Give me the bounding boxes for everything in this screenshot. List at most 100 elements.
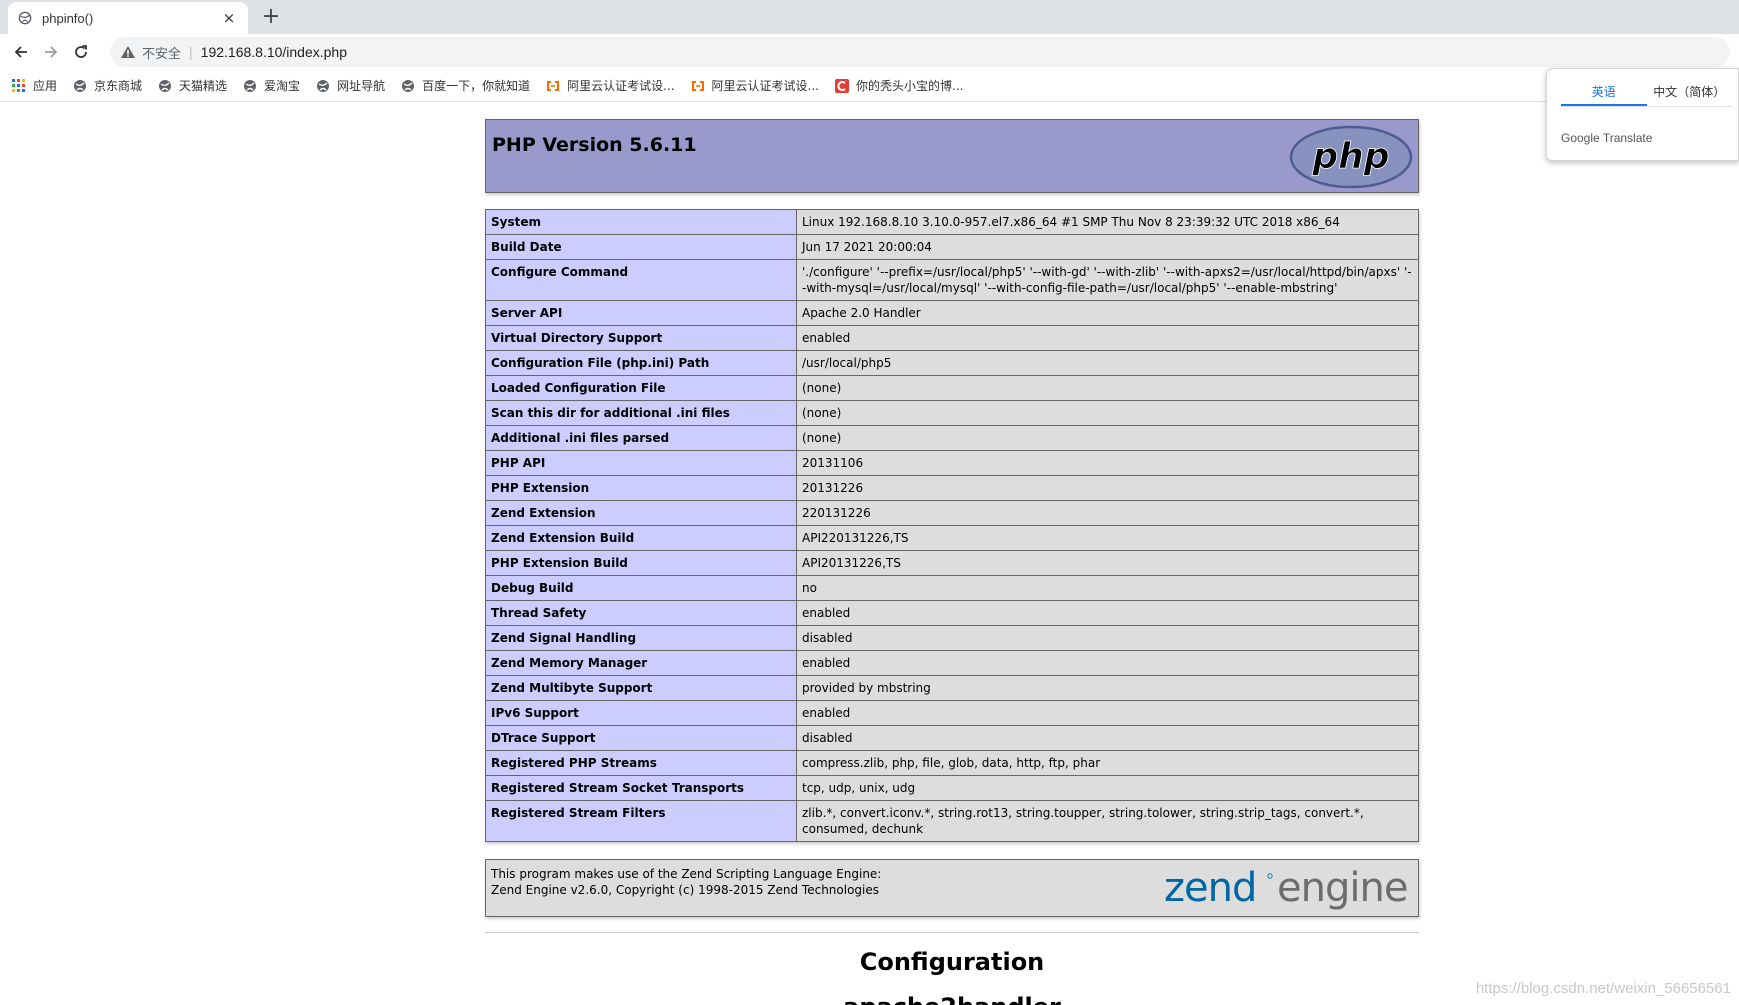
bookmark-label: 你的秃头小宝的博... bbox=[856, 79, 964, 93]
row-value: Jun 17 2021 20:00:04 bbox=[796, 234, 1419, 260]
configuration-heading: Configuration bbox=[859, 948, 1045, 976]
row-value: (none) bbox=[796, 400, 1419, 426]
row-value: API20131226,TS bbox=[796, 550, 1419, 576]
reload-icon bbox=[75, 45, 87, 58]
module-heading: apache2handler bbox=[485, 993, 1419, 1005]
tab-title: phpinfo() bbox=[42, 10, 94, 26]
row-key: Zend Multibyte Support bbox=[485, 675, 797, 701]
bookmark-label: 网址导航 bbox=[337, 79, 386, 93]
table-row: Debug Build no bbox=[485, 575, 1419, 601]
row-value: no bbox=[796, 575, 1419, 601]
row-value: tcp, udp, unix, udg bbox=[796, 775, 1419, 801]
browser-toolbar: 不安全 | 192.168.8.10/index.php bbox=[0, 34, 1739, 70]
table-row: Zend Memory Manager enabled bbox=[485, 650, 1419, 676]
tab-close-icon[interactable]: × bbox=[220, 9, 238, 27]
omnibox-separator: | bbox=[189, 44, 193, 60]
warning-triangle-icon bbox=[121, 46, 135, 58]
table-row: IPv6 Support enabled bbox=[485, 700, 1419, 726]
row-key: Thread Safety bbox=[485, 600, 797, 626]
row-key: Scan this dir for additional .ini files bbox=[485, 400, 797, 426]
bookmark-item[interactable]: 阿里云认证考试设... bbox=[691, 77, 819, 94]
bookmark-item[interactable]: 百度一下，你就知道 bbox=[401, 77, 530, 94]
translate-popup: 英语 中文（简体） Google Translate bbox=[1546, 68, 1739, 161]
row-key: Registered Stream Socket Transports bbox=[485, 775, 797, 801]
table-row: Registered PHP Streams compress.zlib, php… bbox=[485, 750, 1419, 776]
row-value: disabled bbox=[796, 725, 1419, 751]
row-key: PHP Extension bbox=[485, 475, 797, 501]
reload-button[interactable] bbox=[66, 37, 96, 67]
translate-language-tabs: 英语 中文（简体） bbox=[1561, 81, 1732, 107]
row-value: /usr/local/php5 bbox=[796, 350, 1419, 376]
bookmark-item[interactable]: 爱淘宝 bbox=[243, 77, 300, 94]
table-row: PHP API 20131106 bbox=[485, 450, 1419, 476]
watermark-text: https://blog.csdn.net/weixin_56656561 bbox=[1475, 980, 1731, 997]
table-row: Registered Stream Filters zlib.*, convert… bbox=[485, 800, 1419, 842]
row-key: Loaded Configuration File bbox=[485, 375, 797, 401]
globe-icon bbox=[244, 79, 257, 92]
row-key: Configure Command bbox=[485, 259, 797, 301]
bookmarks-bar: 应用 京东商城 天猫精选 爱淘宝 网址导航 百度一下，你就知道 阿里云认证考试设… bbox=[0, 70, 1739, 102]
bookmark-item[interactable]: 京东商城 bbox=[73, 77, 142, 94]
bookmark-label: 天猫精选 bbox=[179, 79, 228, 93]
row-key: Zend Extension bbox=[485, 500, 797, 526]
address-bar[interactable]: 不安全 | 192.168.8.10/index.php bbox=[110, 37, 1730, 67]
bookmark-item[interactable]: 天猫精选 bbox=[158, 77, 227, 94]
table-row: Zend Extension 220131226 bbox=[485, 500, 1419, 526]
row-value: './configure' '--prefix=/usr/local/php5'… bbox=[796, 259, 1419, 301]
row-value: Linux 192.168.8.10 3.10.0-957.el7.x86_64… bbox=[796, 209, 1419, 235]
globe-icon bbox=[402, 79, 415, 92]
bookmark-item[interactable]: 阿里云认证考试设... bbox=[546, 77, 675, 94]
row-key: IPv6 Support bbox=[485, 700, 797, 726]
row-key: Virtual Directory Support bbox=[485, 325, 797, 351]
bookmark-label: 爱淘宝 bbox=[264, 79, 301, 93]
table-row: Additional .ini files parsed (none) bbox=[485, 425, 1419, 451]
globe-icon bbox=[18, 11, 32, 25]
security-status-label[interactable]: 不安全 bbox=[142, 43, 181, 62]
zend-engine-box: This program makes use of the Zend Scrip… bbox=[485, 859, 1419, 917]
php-version-header: PHP Version 5.6.11 php bbox=[485, 119, 1419, 193]
table-row: PHP Extension Build API20131226,TS bbox=[485, 550, 1419, 576]
bookmark-item[interactable]: 你的秃头小宝的博... bbox=[835, 77, 963, 94]
row-value: 20131226 bbox=[796, 475, 1419, 501]
row-key: Server API bbox=[485, 300, 797, 326]
phpinfo-page: PHP Version 5.6.11 php System Linux 192.1… bbox=[0, 103, 1739, 1005]
row-key: Configuration File (php.ini) Path bbox=[485, 350, 797, 376]
table-row: Scan this dir for additional .ini files(… bbox=[485, 400, 1419, 426]
tab-strip: phpinfo() × + bbox=[0, 0, 1739, 34]
row-value: API220131226,TS bbox=[796, 525, 1419, 551]
php-logo: php bbox=[1289, 125, 1413, 189]
tab-target-language[interactable]: 中文（简体） bbox=[1647, 81, 1733, 106]
bookmark-label: 京东商城 bbox=[94, 79, 143, 93]
browser-tab[interactable]: phpinfo() × bbox=[8, 2, 248, 34]
url-text[interactable]: 192.168.8.10/index.php bbox=[201, 44, 347, 60]
row-value: 220131226 bbox=[796, 500, 1419, 526]
back-button[interactable] bbox=[6, 37, 36, 67]
row-key: Registered Stream Filters bbox=[485, 800, 797, 842]
forward-button[interactable] bbox=[36, 37, 66, 67]
row-value: disabled bbox=[796, 625, 1419, 651]
table-row: Configure Command './configure' '--prefix… bbox=[485, 259, 1419, 301]
row-key: System bbox=[485, 209, 797, 235]
row-value: enabled bbox=[796, 600, 1419, 626]
row-key: DTrace Support bbox=[485, 725, 797, 751]
php-version-title: PHP Version 5.6.11 bbox=[492, 134, 697, 156]
table-row: Zend Extension Build API220131226,TS bbox=[485, 525, 1419, 551]
tab-source-language[interactable]: 英语 bbox=[1561, 81, 1647, 106]
apps-grid-icon bbox=[12, 78, 25, 92]
table-row: Loaded Configuration File (none) bbox=[485, 375, 1419, 401]
bookmark-item[interactable]: 网址导航 bbox=[316, 77, 385, 94]
table-row: Thread Safety enabled bbox=[485, 600, 1419, 626]
row-key: PHP API bbox=[485, 450, 797, 476]
arrow-right-icon bbox=[45, 46, 58, 58]
bookmark-label: 应用 bbox=[33, 79, 58, 93]
google-translate-brand: Google Translate bbox=[1561, 131, 1653, 145]
php-info-table: System Linux 192.168.8.10 3.10.0-957.el7.… bbox=[485, 209, 1419, 842]
zend-engine-logo: zend engine bbox=[1164, 865, 1408, 911]
row-key: Build Date bbox=[485, 234, 797, 260]
aliyun-icon bbox=[547, 80, 560, 91]
new-tab-button[interactable]: + bbox=[258, 4, 284, 30]
csdn-icon bbox=[835, 78, 849, 93]
row-value: provided by mbstring bbox=[796, 675, 1419, 701]
bookmark-apps[interactable]: 应用 bbox=[12, 77, 57, 94]
globe-icon bbox=[159, 79, 172, 92]
